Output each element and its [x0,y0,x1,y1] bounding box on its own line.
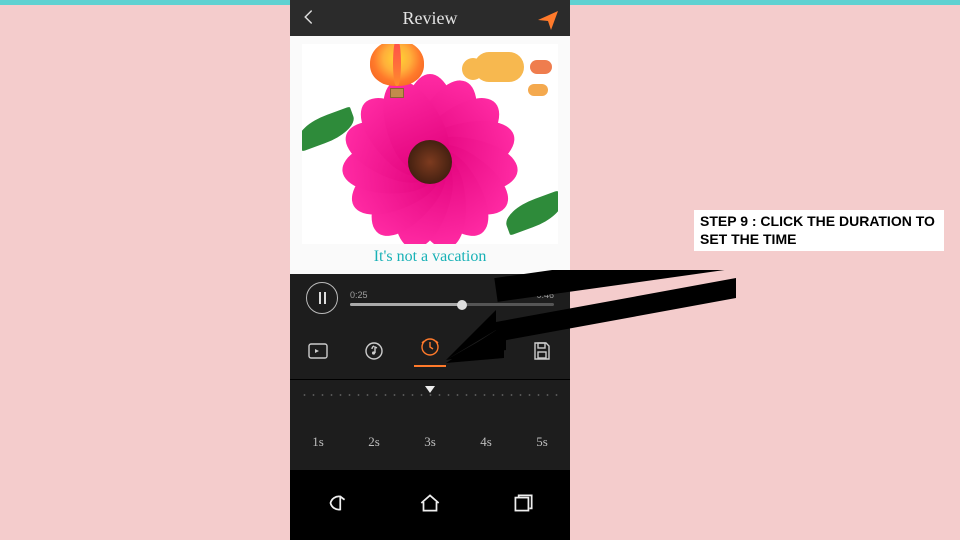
duration-options: 1s 2s 3s 4s 5s [290,414,570,470]
duration-option-2s[interactable]: 2s [368,434,380,450]
duration-option-1s[interactable]: 1s [312,434,324,450]
pause-button[interactable] [306,282,338,314]
phone-frame: Review [290,0,570,540]
nav-back-button[interactable] [324,490,350,521]
save-tool[interactable] [528,330,556,372]
balloon-basket-graphic [390,88,404,98]
video-preview[interactable]: It's not a vacation [290,36,570,274]
seek-fill [350,303,462,306]
ruler-ticks [300,394,560,396]
cloud-graphic [530,60,552,74]
elapsed-time: 0:25 [350,290,368,300]
duration-option-4s[interactable]: 4s [480,434,492,450]
preview-frame [302,44,558,244]
duration-option-5s[interactable]: 5s [536,434,548,450]
android-navbar [290,470,570,540]
music-tool[interactable] [360,330,388,372]
ruler-pointer-icon [425,386,435,393]
tool-row [290,322,570,380]
duration-tool[interactable] [416,330,444,372]
player-bar: 0:25 0:46 [290,274,570,322]
flower-graphic [340,72,520,244]
nav-home-button[interactable] [417,490,443,521]
seek-thumb[interactable] [457,300,467,310]
nav-recent-button[interactable] [510,490,536,521]
duration-option-3s[interactable]: 3s [424,434,436,450]
send-button[interactable] [536,8,560,32]
cloud-graphic [528,84,548,96]
balloon-graphic [370,44,424,86]
seek-track[interactable]: 0:25 0:46 [350,290,554,306]
app-titlebar: Review [290,0,570,36]
duration-ruler[interactable] [290,380,570,414]
total-time: 0:46 [536,290,554,300]
cloud-graphic [474,52,524,82]
screen-title: Review [403,8,458,29]
selected-underline [414,365,446,367]
instruction-text: STEP 9 : CLICK THE DURATION TO SET THE T… [694,210,944,251]
transition-tool[interactable] [304,330,332,372]
trim-tool[interactable] [472,330,500,372]
back-button[interactable] [300,8,318,31]
preview-caption: It's not a vacation [290,248,570,266]
